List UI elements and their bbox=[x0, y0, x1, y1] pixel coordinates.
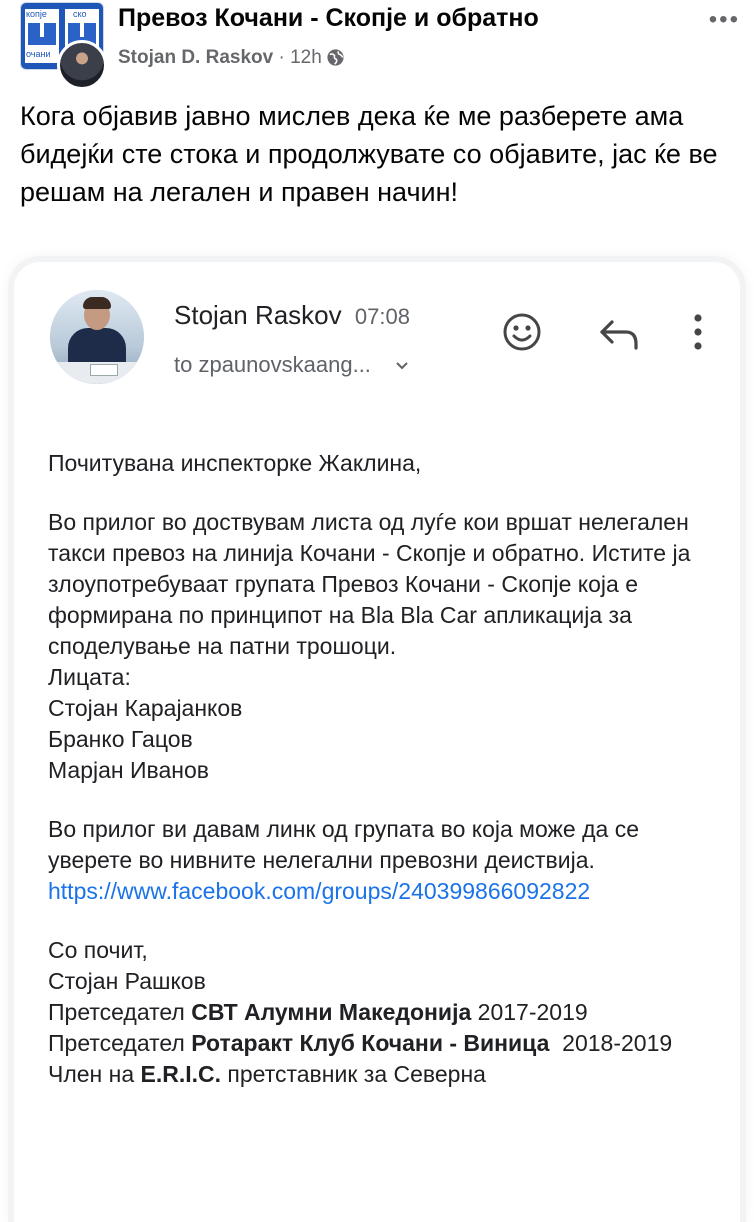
group-name[interactable]: Превоз Кочани - Скопје и обратно bbox=[118, 4, 539, 33]
person-2: Бранко Гацов bbox=[48, 726, 193, 752]
role-1-suffix: 2017-2019 bbox=[471, 999, 588, 1025]
arrow-icon bbox=[40, 21, 44, 37]
sender-name[interactable]: Stojan Raskov bbox=[174, 300, 342, 330]
group-link[interactable]: https://www.facebook.com/groups/24039986… bbox=[48, 876, 728, 907]
reply-icon[interactable] bbox=[598, 318, 640, 350]
email-body: Почитувана инспекторке Жаклина, Во прило… bbox=[48, 448, 728, 1090]
recipient-line[interactable]: to zpaunovskaang... bbox=[174, 352, 409, 378]
role-3-prefix: Член на bbox=[48, 1061, 141, 1087]
role-3-suffix: претставник за Северна bbox=[221, 1061, 486, 1087]
paragraph-1: Во прилог во доствувам листа од луѓе кои… bbox=[48, 509, 691, 659]
author-avatar[interactable] bbox=[57, 40, 107, 90]
person-1: Стојан Карајанков bbox=[48, 695, 243, 721]
group-avatar-text-1: копје bbox=[26, 9, 47, 19]
group-avatar-text-2: ско bbox=[73, 9, 87, 19]
greeting: Почитувана инспекторке Жаклина, bbox=[48, 450, 422, 476]
post-text: Кога објавив јавно мислев дека ќе ме раз… bbox=[20, 101, 718, 207]
sender-avatar[interactable] bbox=[50, 290, 144, 384]
more-vert-icon[interactable] bbox=[692, 312, 704, 352]
signature-name: Стојан Рашков bbox=[48, 968, 206, 994]
post-time[interactable]: 12h bbox=[290, 47, 322, 68]
more-options-icon[interactable]: ••• bbox=[709, 6, 740, 34]
persons-label: Лицата: bbox=[48, 664, 131, 690]
emoji-reaction-icon[interactable] bbox=[502, 312, 542, 352]
person-3: Марјан Иванов bbox=[48, 757, 209, 783]
email-time: 07:08 bbox=[354, 304, 410, 329]
recipient-text: to zpaunovskaang... bbox=[174, 352, 371, 377]
role-2-prefix: Претседател bbox=[48, 1030, 192, 1056]
role-1: Претседател СВТ Алумни Македонија 2017-2… bbox=[48, 997, 728, 1028]
globe-icon bbox=[327, 49, 344, 67]
chevron-down-icon[interactable] bbox=[395, 359, 409, 373]
role-3-org: E.R.I.C. bbox=[140, 1061, 222, 1087]
role-2-suffix: 2018-2019 bbox=[549, 1030, 673, 1056]
role-3: Член на E.R.I.C. претставник за Северна bbox=[48, 1059, 728, 1090]
author-name[interactable]: Stojan D. Raskov bbox=[118, 47, 273, 68]
meta-separator: · bbox=[273, 47, 291, 68]
post-meta: Stojan D. Raskov · 12h bbox=[118, 47, 345, 69]
role-1-prefix: Претседател bbox=[48, 999, 192, 1025]
role-1-org: СВТ Алумни Македонија bbox=[191, 999, 472, 1025]
role-2-org: Ротаракт Клуб Кочани - Виница bbox=[191, 1030, 550, 1056]
sender-line: Stojan Raskov 07:08 bbox=[174, 300, 410, 331]
arrow-icon bbox=[80, 21, 84, 37]
paragraph-2: Во прилог ви давам линк од групата во ко… bbox=[48, 816, 639, 873]
closing: Со почит, bbox=[48, 937, 148, 963]
post-header: копје ско очани Превоз Кочани - Скопје и… bbox=[0, 0, 754, 90]
role-2: Претседател Ротаракт Клуб Кочани - Виниц… bbox=[48, 1028, 728, 1059]
email-screenshot: Stojan Raskov 07:08 to zpaunovskaang... … bbox=[14, 262, 740, 1222]
group-avatar-text-3: очани bbox=[26, 49, 51, 59]
